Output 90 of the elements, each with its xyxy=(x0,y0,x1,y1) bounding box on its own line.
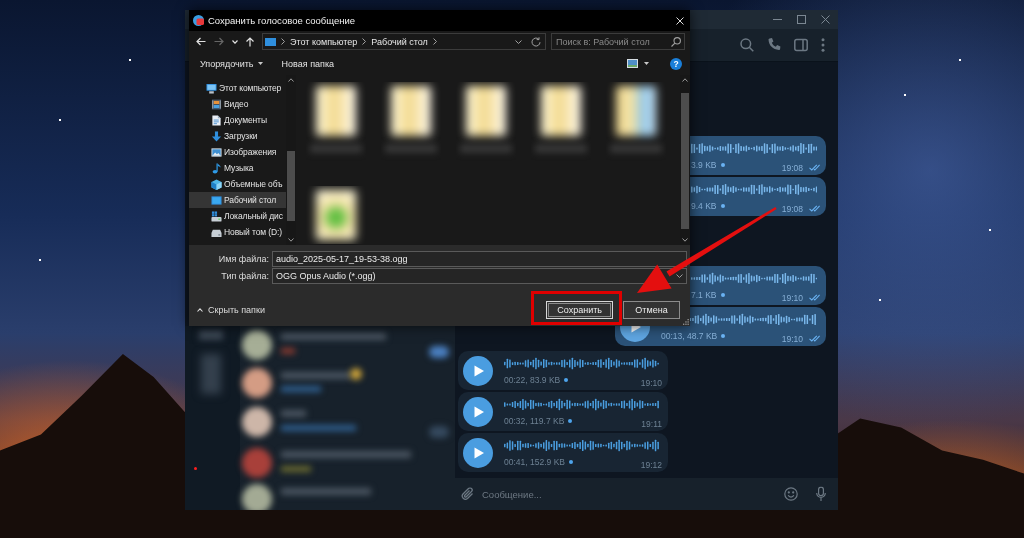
breadcrumb-item[interactable]: Этот компьютер xyxy=(290,36,358,47)
play-icon xyxy=(474,364,484,377)
folder-tree-item[interactable]: Документы xyxy=(189,112,286,128)
document-icon xyxy=(211,114,222,126)
maximize-icon[interactable] xyxy=(797,15,806,24)
message-time: 19:11 xyxy=(641,418,662,429)
play-icon xyxy=(474,446,484,459)
picture-icon[interactable] xyxy=(627,59,638,68)
scrollbar[interactable] xyxy=(680,75,690,245)
voice-duration-size: 9.4 KB xyxy=(691,200,717,211)
desktop-icon xyxy=(211,194,222,206)
chevron-right-icon[interactable] xyxy=(281,38,285,45)
folder-tree-item[interactable]: Рабочий стол xyxy=(189,192,286,208)
file-type-dropdown[interactable]: OGG Opus Audio (*.ogg) xyxy=(272,268,687,284)
toolbar-button[interactable]: Упорядочить xyxy=(200,58,263,69)
chevron-right-icon[interactable] xyxy=(432,38,437,45)
field-label: Тип файла: xyxy=(220,271,269,281)
dialog-button[interactable]: Отмена xyxy=(623,301,680,319)
download-icon xyxy=(211,130,222,142)
folder-tree-item[interactable]: Новый том (D:) xyxy=(189,224,286,240)
hide-folders-button[interactable]: Скрыть папки xyxy=(197,305,265,315)
audio-waveform[interactable] xyxy=(691,271,818,285)
message-time: 19:08 xyxy=(781,162,803,173)
file-name-field[interactable]: audio_2025-05-17_19-53-38.ogg xyxy=(272,251,687,267)
microphone-icon[interactable] xyxy=(816,486,826,502)
drive-icon xyxy=(211,210,222,222)
computer-icon xyxy=(206,82,217,94)
audio-waveform[interactable] xyxy=(504,397,659,411)
paperclip-icon[interactable] xyxy=(461,487,474,501)
cube-icon xyxy=(211,178,222,190)
voice-duration-size: 00:13, 48.7 KB xyxy=(661,330,718,341)
chevron-down-icon xyxy=(676,274,683,278)
audio-waveform[interactable] xyxy=(504,438,659,452)
chevron-down-icon[interactable] xyxy=(288,238,294,242)
search-field[interactable]: Поиск в: Рабочий стол xyxy=(551,33,685,50)
voice-duration-size: 7.1 KB xyxy=(691,289,717,300)
app-icon xyxy=(193,15,204,26)
more-icon[interactable] xyxy=(821,38,825,52)
chevron-down-icon[interactable] xyxy=(515,39,522,44)
message-time: 19:08 xyxy=(781,203,803,214)
phone-icon[interactable] xyxy=(767,38,781,52)
arrow-up-icon[interactable] xyxy=(246,36,254,47)
arrow-left-icon[interactable] xyxy=(196,37,206,46)
refresh-icon[interactable] xyxy=(531,36,541,47)
folder-tree-item[interactable]: Локальный дис xyxy=(189,208,286,224)
monitor-icon xyxy=(265,37,276,46)
chevron-up-icon[interactable] xyxy=(288,78,294,82)
folder-tree-item[interactable]: Изображения xyxy=(189,144,286,160)
audio-waveform[interactable] xyxy=(691,141,818,155)
voice-duration-size: 00:41, 152.9 KB xyxy=(504,456,565,467)
field-label: Имя файла: xyxy=(217,254,269,264)
voice-duration-size: 3.9 KB xyxy=(691,159,717,170)
message-time: 19:10 xyxy=(640,377,662,388)
voice-duration-size: 00:22, 83.9 KB xyxy=(504,374,561,385)
search-icon[interactable] xyxy=(671,36,681,47)
voice-duration-size: 00:32, 119.7 KB xyxy=(504,415,565,426)
dialog-title: Сохранить голосовое сообщение xyxy=(208,15,357,26)
chevron-up-icon xyxy=(197,308,203,312)
folder-tree-item[interactable]: Загрузки xyxy=(189,128,286,144)
chevron-down-icon[interactable] xyxy=(682,238,688,242)
folder-tree-item[interactable]: Этот компьютер xyxy=(189,80,286,96)
toolbar-button[interactable]: Новая папка xyxy=(281,58,335,69)
help-button[interactable]: ? xyxy=(670,57,682,70)
smiley-icon[interactable] xyxy=(784,487,798,501)
scrollbar-thumb[interactable] xyxy=(681,93,689,229)
dialog-button[interactable]: Сохранить xyxy=(546,301,613,319)
chevron-up-icon[interactable] xyxy=(682,78,688,82)
chevron-right-icon[interactable] xyxy=(362,38,367,45)
picture-icon xyxy=(211,146,222,158)
sidebar-toggle-icon[interactable] xyxy=(794,38,808,52)
play-icon xyxy=(474,405,484,418)
resize-grip-icon[interactable] xyxy=(683,319,689,325)
address-bar[interactable]: Этот компьютер Рабочий стол xyxy=(262,33,546,50)
scrollbar-thumb[interactable] xyxy=(287,151,295,221)
play-button[interactable] xyxy=(463,437,493,468)
folder-tree-item[interactable]: Объемные объ xyxy=(189,176,286,192)
play-button[interactable] xyxy=(463,396,493,427)
music-note-icon xyxy=(211,162,222,174)
folder-tree-item[interactable]: Видео xyxy=(189,96,286,112)
folder-tree-item[interactable]: Музыка xyxy=(189,160,286,176)
play-button[interactable] xyxy=(463,355,493,386)
message-time: 19:10 xyxy=(781,333,803,344)
message-time: 19:10 xyxy=(781,292,803,303)
message-input[interactable]: Сообщение... xyxy=(455,478,838,510)
audio-waveform[interactable] xyxy=(504,356,659,370)
film-icon xyxy=(211,98,222,110)
message-time: 19:12 xyxy=(640,459,662,470)
search-icon[interactable] xyxy=(740,38,754,52)
audio-waveform[interactable] xyxy=(691,182,818,196)
breadcrumb-item[interactable]: Рабочий стол xyxy=(371,36,428,47)
